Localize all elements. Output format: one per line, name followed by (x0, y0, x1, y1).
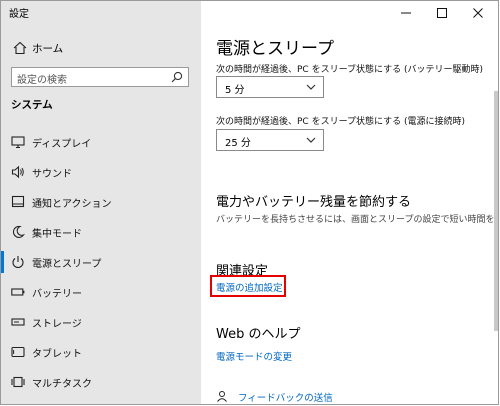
sidebar-item-storage[interactable]: ストレージ (1, 307, 201, 337)
sidebar-item-label: バッテリー (32, 289, 82, 300)
save-power-heading: 電力やバッテリー残量を節約する (216, 195, 412, 210)
minimize-icon (401, 12, 411, 14)
home-label: ホーム (32, 43, 64, 55)
section-title: システム (11, 99, 53, 111)
content-pane: 電源とスリープ 次の時間が経過後、PC をスリーブ状態にする (バッテリー駆動時… (201, 1, 498, 404)
window-controls (388, 1, 498, 25)
sidebar-item-label: ストレージ (32, 319, 82, 330)
change-power-mode-link[interactable]: 電源モードの変更 (216, 349, 292, 363)
sidebar-item-multitasking[interactable]: マルチタスク (1, 367, 201, 397)
chevron-down-icon (306, 84, 316, 90)
sidebar-item-label: ディスプレイ (32, 139, 92, 150)
battery-sleep-select[interactable]: 5 分 (216, 76, 324, 98)
sidebar-item-notifications[interactable]: 通知とアクション (1, 187, 201, 217)
sidebar-item-label: タブレット (32, 349, 82, 360)
power-icon (12, 256, 24, 269)
sidebar: 設定 ホーム 設定の検索 システム ディスプレイ サウンド 通知とアクション 集… (1, 1, 201, 404)
speaker-icon (11, 165, 24, 179)
close-icon (473, 8, 483, 18)
tablet-icon (11, 346, 25, 358)
sidebar-item-label: 電源とスリープ (32, 259, 102, 270)
battery-sleep-value: 5 分 (225, 85, 245, 96)
settings-window: 設定 ホーム 設定の検索 システム ディスプレイ サウンド 通知とアクション 集… (0, 0, 499, 405)
feedback-icon (217, 391, 227, 402)
sidebar-item-sound[interactable]: サウンド (1, 157, 201, 187)
storage-icon (11, 318, 25, 326)
sidebar-item-label: マルチタスク (32, 379, 92, 390)
sidebar-nav: ディスプレイ サウンド 通知とアクション 集中モード 電源とスリープ バッテリー… (1, 127, 201, 397)
save-power-description: バッテリーを長持ちさせるには、画面とスリープの設定で短い時間を選択します。 (216, 215, 499, 225)
home-button[interactable]: ホーム (1, 35, 201, 61)
battery-sleep-label: 次の時間が経過後、PC をスリーブ状態にする (バッテリー駆動時) (216, 65, 484, 75)
monitor-icon (11, 136, 25, 149)
plugged-sleep-label: 次の時間が経過後、PC をスリープ状態にする (電源に接続時) (216, 117, 466, 127)
plugged-sleep-select[interactable]: 25 分 (216, 129, 324, 151)
close-button[interactable] (460, 1, 496, 25)
moon-icon (12, 225, 25, 238)
scrollbar[interactable] (494, 91, 498, 331)
sidebar-item-tablet[interactable]: タブレット (1, 337, 201, 367)
sidebar-item-label: サウンド (32, 169, 72, 180)
chevron-down-icon (306, 137, 316, 143)
search-placeholder: 設定の検索 (17, 75, 67, 86)
maximize-icon (437, 8, 447, 18)
app-title: 設定 (9, 9, 29, 20)
sidebar-item-label: 集中モード (32, 229, 82, 240)
multitask-icon (11, 376, 25, 388)
minimize-button[interactable] (388, 1, 424, 25)
sidebar-item-power-sleep[interactable]: 電源とスリープ (1, 247, 201, 277)
sidebar-item-battery[interactable]: バッテリー (1, 277, 201, 307)
feedback-label: フィードバックの送信 (238, 393, 333, 404)
home-icon (13, 41, 27, 55)
search-input[interactable]: 設定の検索 (11, 67, 189, 87)
notification-icon (11, 195, 25, 208)
maximize-button[interactable] (424, 1, 460, 25)
sidebar-item-label: 通知とアクション (32, 199, 112, 210)
plugged-sleep-value: 25 分 (225, 138, 251, 149)
page-title: 電源とスリープ (216, 39, 334, 59)
additional-power-settings-link[interactable]: 電源の追加設定 (216, 280, 283, 294)
web-help-heading: Web のヘルプ (216, 327, 301, 342)
search-icon (171, 71, 183, 83)
sidebar-item-display[interactable]: ディスプレイ (1, 127, 201, 157)
sidebar-item-focus[interactable]: 集中モード (1, 217, 201, 247)
battery-icon (11, 288, 25, 296)
